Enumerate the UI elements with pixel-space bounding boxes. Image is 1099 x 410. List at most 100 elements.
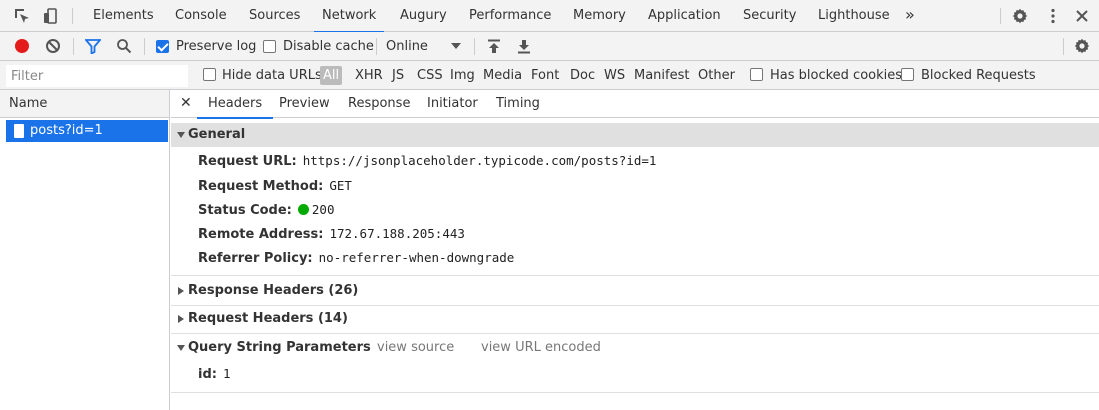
tab-response[interactable]: Response	[348, 90, 410, 118]
has-blocked-cookies-checkbox[interactable]	[750, 68, 763, 81]
request-method-value: GET	[329, 178, 352, 193]
tab-headers[interactable]: Headers	[196, 90, 274, 119]
status-ok-icon	[297, 204, 309, 215]
request-headers-title: Request Headers (14)	[188, 311, 348, 326]
search-icon[interactable]	[116, 38, 132, 54]
record-button[interactable]	[15, 39, 29, 53]
toolbar-divider	[474, 38, 475, 55]
tab-memory[interactable]: Memory	[573, 0, 626, 32]
network-settings-gear-icon[interactable]	[1074, 38, 1090, 54]
clear-icon[interactable]	[46, 39, 60, 53]
tab-application[interactable]: Application	[648, 0, 721, 32]
request-list: Name posts?id=1	[0, 90, 170, 410]
hide-data-urls-label: Hide data URLs	[222, 68, 322, 83]
name-column-header[interactable]: Name	[0, 90, 169, 118]
query-param-row: id: 1	[198, 364, 231, 384]
close-devtools-icon[interactable]	[1073, 7, 1091, 25]
query-param-key: id:	[198, 367, 217, 382]
export-har-icon[interactable]	[517, 39, 531, 54]
toolbar-divider	[72, 8, 73, 24]
blocked-requests-checkbox[interactable]	[901, 68, 914, 81]
filter-input[interactable]	[6, 65, 188, 87]
filter-bar: Hide data URLs All XHR JS CSS Img Media …	[0, 61, 1099, 90]
request-row[interactable]: posts?id=1	[6, 120, 168, 142]
blocked-requests-label: Blocked Requests	[921, 68, 1036, 83]
tab-preview[interactable]: Preview	[279, 90, 330, 118]
collapsed-triangle-icon	[178, 315, 184, 323]
general-section-header[interactable]: General	[171, 123, 1099, 147]
request-url-value: https://jsonplaceholder.typicode.com/pos…	[302, 153, 657, 168]
remote-address-value: 172.67.188.205:443	[329, 226, 465, 241]
close-detail-icon[interactable]: ✕	[180, 90, 192, 118]
preserve-log-label: Preserve log	[176, 39, 257, 54]
throttling-select[interactable]: Online	[386, 32, 428, 61]
expanded-triangle-icon	[177, 345, 185, 351]
status-code-row: Status Code: 200	[198, 200, 334, 220]
throttling-dropdown-icon[interactable]	[451, 43, 461, 49]
toolbar-divider	[376, 38, 377, 55]
has-blocked-cookies-label: Has blocked cookies	[770, 68, 903, 83]
type-filter-all[interactable]: All	[320, 66, 343, 85]
status-code-value: 200	[311, 202, 335, 217]
response-headers-section-header[interactable]: Response Headers (26)	[171, 279, 1099, 303]
section-divider	[171, 305, 1099, 306]
type-filter-ws[interactable]: WS	[604, 61, 625, 90]
request-detail-pane: ✕ Headers Preview Response Initiator Tim…	[171, 90, 1099, 410]
inspect-element-icon[interactable]	[13, 7, 31, 25]
more-tabs-chevron-icon[interactable]: »	[905, 0, 915, 32]
preserve-log-checkbox[interactable]	[156, 40, 169, 53]
expanded-triangle-icon	[177, 132, 185, 138]
section-divider	[171, 275, 1099, 276]
tab-timing[interactable]: Timing	[496, 90, 540, 118]
referrer-policy-row: Referrer Policy: no-referrer-when-downgra…	[198, 248, 514, 268]
type-filter-js[interactable]: JS	[392, 61, 404, 90]
tab-sources[interactable]: Sources	[249, 0, 300, 32]
settings-gear-icon[interactable]	[1012, 8, 1028, 24]
remote-address-row: Remote Address: 172.67.188.205:443	[198, 224, 465, 244]
hide-data-urls-checkbox[interactable]	[203, 68, 216, 81]
document-icon	[14, 124, 24, 138]
tab-lighthouse[interactable]: Lighthouse	[818, 0, 890, 32]
referrer-policy-key: Referrer Policy:	[198, 251, 313, 266]
tab-security[interactable]: Security	[743, 0, 796, 32]
type-filter-img[interactable]: Img	[450, 61, 475, 90]
section-divider	[171, 333, 1099, 334]
toolbar-divider	[1063, 38, 1064, 55]
filter-icon[interactable]	[85, 39, 101, 54]
status-code-key: Status Code:	[198, 203, 292, 218]
toolbar-divider	[1000, 8, 1001, 24]
collapsed-triangle-icon	[178, 287, 184, 295]
import-har-icon[interactable]	[487, 39, 501, 54]
type-filter-doc[interactable]: Doc	[570, 61, 595, 90]
request-method-key: Request Method:	[198, 179, 324, 194]
general-title: General	[188, 127, 246, 142]
disable-cache-label: Disable cache	[283, 39, 374, 54]
tab-augury[interactable]: Augury	[400, 0, 447, 32]
type-filter-manifest[interactable]: Manifest	[634, 61, 689, 90]
disable-cache-checkbox[interactable]	[263, 40, 276, 53]
view-source-link[interactable]: view source	[377, 336, 454, 360]
query-param-value: 1	[222, 366, 231, 381]
type-filter-font[interactable]: Font	[531, 61, 559, 90]
tab-performance[interactable]: Performance	[469, 0, 551, 32]
request-url-row: Request URL: https://jsonplaceholder.typi…	[198, 151, 656, 171]
detail-tab-bar: ✕ Headers Preview Response Initiator Tim…	[171, 90, 1099, 119]
device-toolbar-icon[interactable]	[42, 7, 60, 25]
network-toolbar: Preserve log Disable cache Online	[0, 32, 1099, 61]
type-filter-media[interactable]: Media	[483, 61, 522, 90]
query-string-section-header[interactable]: Query String Parameters view source view…	[171, 336, 1099, 360]
request-name: posts?id=1	[30, 123, 103, 138]
more-options-icon[interactable]	[1044, 7, 1062, 25]
panel-tab-bar: Elements Console Sources Network Augury …	[0, 0, 1099, 33]
type-filter-css[interactable]: CSS	[417, 61, 443, 90]
type-filter-other[interactable]: Other	[698, 61, 735, 90]
view-url-encoded-link[interactable]: view URL encoded	[481, 336, 601, 360]
tab-initiator[interactable]: Initiator	[427, 90, 478, 118]
type-filter-xhr[interactable]: XHR	[355, 61, 383, 90]
request-headers-section-header[interactable]: Request Headers (14)	[171, 307, 1099, 331]
tab-console[interactable]: Console	[175, 0, 227, 32]
request-method-row: Request Method: GET	[198, 176, 352, 196]
remote-address-key: Remote Address:	[198, 227, 324, 242]
tab-elements[interactable]: Elements	[93, 0, 154, 32]
tab-network[interactable]: Network	[313, 0, 385, 33]
